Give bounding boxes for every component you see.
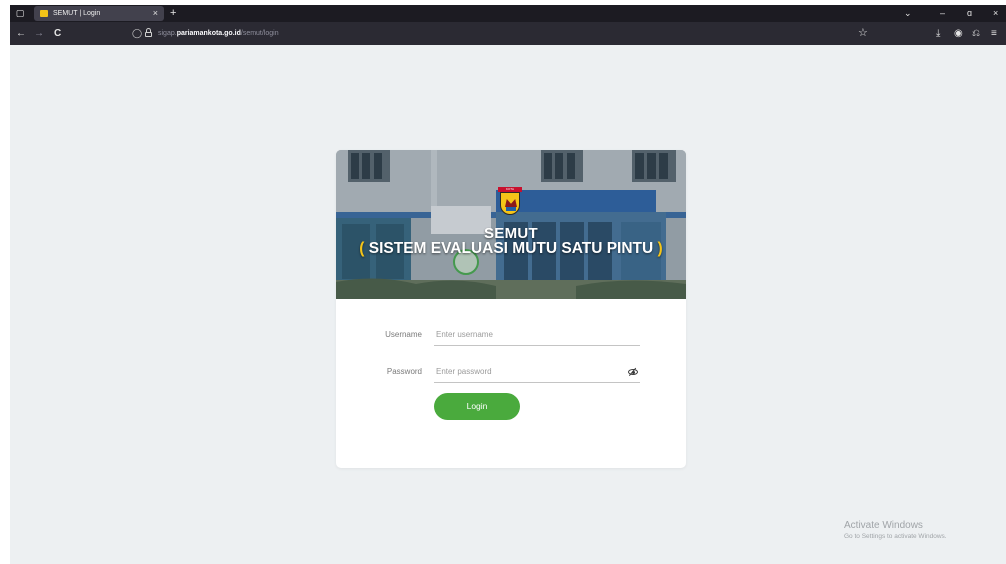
minimize-button[interactable]: – — [940, 6, 945, 21]
username-label: Username — [385, 330, 422, 339]
activate-windows-watermark: Activate Windows Go to Settings to activ… — [844, 519, 947, 541]
username-input[interactable] — [434, 324, 640, 346]
watermark-title: Activate Windows — [844, 520, 923, 531]
address-bar[interactable]: sigap.pariamankota.go.id/semut/login — [158, 28, 279, 39]
downloads-icon[interactable]: ⤓ — [936, 27, 940, 40]
watermark-subtitle: Go to Settings to activate Windows. — [844, 533, 947, 540]
close-window-button[interactable]: × — [993, 6, 998, 21]
lock-icon[interactable] — [145, 28, 152, 37]
tab-title: SEMUT | Login — [53, 10, 101, 17]
login-banner: KOTA PARIAMAN SEMUT ( SISTEM EVALUASI MU… — [336, 150, 686, 299]
tab-list-chevron-icon[interactable]: ⌄ — [904, 6, 912, 21]
password-input[interactable] — [434, 361, 640, 383]
tracking-protection-icon[interactable]: ◯ — [132, 27, 142, 40]
browser-tab-active[interactable]: SEMUT | Login × — [34, 6, 164, 21]
bookmark-star-icon[interactable]: ☆ — [858, 26, 868, 40]
toggle-password-visibility-icon[interactable] — [628, 367, 638, 377]
back-button[interactable]: ← — [16, 27, 26, 40]
reload-button[interactable]: C — [54, 27, 61, 40]
browser-tab-bar: ▢ SEMUT | Login × + ⌄ – ɑ × — [10, 5, 1006, 22]
browser-nav-bar: ← → C ◯ sigap.pariamankota.go.id/semut/l… — [10, 22, 1006, 45]
username-row: Username — [336, 324, 686, 346]
app-subtitle: ( SISTEM EVALUASI MUTU SATU PINTU ) — [359, 240, 663, 257]
new-tab-button[interactable]: + — [170, 6, 176, 21]
account-icon[interactable]: ◉ — [954, 27, 963, 40]
password-label: Password — [386, 367, 422, 376]
tab-overview-icon[interactable]: ▢ — [15, 8, 25, 18]
tab-close-icon[interactable]: × — [153, 8, 158, 19]
forward-button[interactable]: → — [34, 27, 44, 40]
login-card: KOTA PARIAMAN SEMUT ( SISTEM EVALUASI MU… — [336, 150, 686, 468]
app-menu-icon[interactable]: ≡ — [991, 27, 997, 40]
extensions-icon[interactable]: ⎌ — [972, 27, 980, 40]
login-button[interactable]: Login — [434, 393, 520, 420]
page-background: KOTA PARIAMAN SEMUT ( SISTEM EVALUASI MU… — [10, 45, 1006, 564]
password-row: Password — [336, 361, 686, 383]
restore-button[interactable]: ɑ — [967, 6, 972, 21]
app-subtitle-text: SISTEM EVALUASI MUTU SATU PINTU — [368, 240, 654, 257]
favicon-icon — [40, 10, 48, 17]
pariaman-crest-logo: KOTA PARIAMAN — [498, 187, 522, 217]
